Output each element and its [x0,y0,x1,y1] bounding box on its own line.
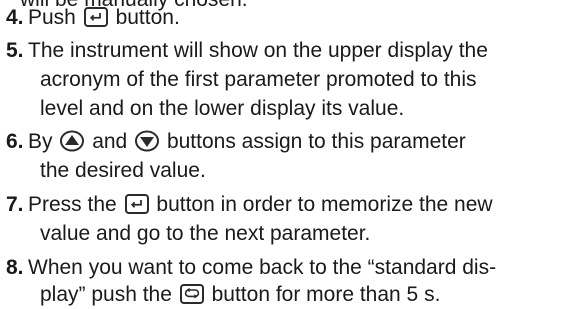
step-text-line: play” push the button for more than 5 s. [40,283,440,307]
step-text-part: buttons assign to this parameter [166,130,466,153]
step-text-part: By [28,130,53,153]
step-text-line: By and buttons assign to this parameter [28,130,466,154]
step-text-part: Press the [28,193,117,216]
step-text-line: Press the button in order to memorize th… [28,193,493,217]
step-text-line: acronym of the first parameter promoted … [40,68,477,91]
step-text-part: and [92,130,128,153]
step-text-line: value and go to the next parameter. [40,222,371,245]
step-text-part: Push [28,6,76,29]
step-text-line: level and on the lower display its value… [40,97,405,120]
step-text-line: The instrument will show on the upper di… [28,39,488,62]
step-number: 4. [6,6,24,29]
enter-key-icon [83,7,108,27]
down-arrow-key-icon [135,130,160,152]
step-number: 8. [6,256,24,279]
manual-page: will be manually chosen. 4. Push button.… [0,0,566,309]
step-text: Push button. [28,6,180,30]
step-text-line: the desired value. [40,159,206,182]
up-arrow-key-icon [60,130,85,152]
step-text-part: button in order to memorize the new [156,193,493,216]
step-number: 5. [6,39,24,62]
step-text-part: play” push the [40,283,172,306]
step-text-line: When you want to come back to the “stand… [28,256,497,279]
step-text-part: button. [115,6,180,29]
step-number: 6. [6,130,24,153]
step-text-part: button for more than 5 s. [211,283,441,306]
enter-key-icon [124,194,149,214]
step-number: 7. [6,193,24,216]
loop-key-icon [179,284,204,304]
